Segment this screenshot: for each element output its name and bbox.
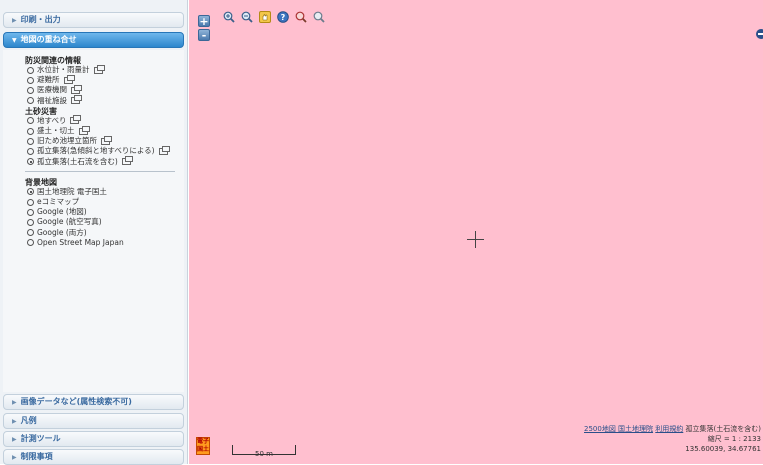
basemap-item-ecom[interactable]: eコミマップ [25, 197, 184, 207]
triangle-down-icon: ▼ [12, 37, 17, 44]
radio-button[interactable] [27, 127, 34, 135]
basemap-item-google-aerial[interactable]: Google (航空写真) [25, 217, 184, 227]
radio-button[interactable] [27, 137, 34, 145]
attribution-line: 2500地図 国土地理院 利用規約 孤立集落(土石流を含む) [584, 424, 761, 434]
layer-item-old-pond[interactable]: 旧ため池埋立箇所 [25, 135, 184, 146]
section-label: 地図の重ね合せ [20, 35, 77, 44]
zoom-in-icon[interactable] [223, 11, 235, 23]
triangle-right-icon: ▶ [12, 418, 17, 425]
layer-item-shelter[interactable]: 避難所 [25, 74, 184, 85]
layer-item-medical[interactable]: 医療機関 [25, 85, 184, 95]
basemap-label: Google (航空写真) [37, 217, 102, 227]
section-label: 制限事項 [20, 452, 53, 461]
map-scale-readout: 縮尺 = 1 : 2133 [707, 435, 761, 443]
layer-item-water-gauge[interactable]: 水位計・雨量計 [25, 64, 184, 75]
radio-button[interactable] [27, 239, 34, 247]
section-label: 計測ツール [20, 434, 61, 443]
triangle-right-icon: ▶ [12, 399, 17, 406]
external-window-icon[interactable] [71, 95, 82, 105]
layer-item-landslide[interactable]: 地すべり [25, 115, 184, 126]
svg-text:?: ? [281, 13, 286, 22]
sidebar: ▶ 印刷・出力 ▼ 地図の重ね合せ 防災関連の情報 水位計・雨量計 避難所 医療機関… [0, 0, 188, 465]
layer-label: 避難所 [37, 75, 60, 85]
help-icon[interactable]: ? [277, 11, 289, 23]
section-label: 凡例 [20, 416, 37, 425]
layer-label: 盛土・切土 [37, 126, 75, 136]
crosshair-icon-vertical [475, 231, 476, 248]
layer-label: 福祉施設 [37, 95, 67, 105]
pan-hand-icon[interactable] [259, 11, 271, 23]
zoom-in-button[interactable]: + [198, 15, 210, 27]
external-window-icon[interactable] [70, 115, 82, 125]
basemap-label: eコミマップ [37, 197, 80, 207]
triangle-right-icon: ▶ [12, 436, 17, 443]
basemap-label: Google (両方) [37, 227, 87, 237]
disaster-group-title: 防災関連の情報 [25, 56, 81, 65]
triangle-right-icon: ▶ [12, 454, 17, 461]
radio-button[interactable] [27, 66, 34, 74]
basemap-item-osm-japan[interactable]: Open Street Map Japan [25, 238, 184, 248]
denshi-kokudo-logo[interactable]: 電子国土 [196, 437, 210, 455]
radio-button-selected[interactable] [27, 188, 34, 196]
divider [25, 170, 175, 172]
layer-item-isolated-debris[interactable]: 孤立集落(土石流を含む) [25, 156, 184, 167]
layer-label: 医療機関 [37, 85, 67, 95]
section-restrictions[interactable]: ▶ 制限事項 [3, 449, 184, 465]
section-map-overlay[interactable]: ▼ 地図の重ね合せ [3, 32, 184, 48]
radio-button[interactable] [27, 148, 34, 156]
search-icon[interactable] [295, 11, 307, 23]
section-image-data[interactable]: ▶ 画像データなど(属性検索不可) [3, 394, 184, 410]
map-canvas[interactable]: + - ? 電子国土 50 m 2500地図 国土地理院 利用規約 孤立集落(土 [189, 0, 763, 464]
layers-panel: 防災関連の情報 水位計・雨量計 避難所 医療機関 福祉施設 土砂災害 地すべり … [3, 50, 184, 392]
radio-button[interactable] [27, 87, 34, 94]
coordinate-readout: 135.60039, 34.67761 [685, 445, 761, 453]
attribution-gsi-link[interactable]: 2500地図 国土地理院 [584, 425, 653, 433]
radio-button-selected[interactable] [27, 158, 34, 166]
layer-label: 孤立集落(急傾斜と地すべりによる) [37, 146, 155, 156]
map-attribution: 2500地図 国土地理院 利用規約 孤立集落(土石流を含む) 縮尺 = 1 : … [584, 424, 761, 454]
radio-button[interactable] [27, 229, 34, 237]
section-label: 印刷・出力 [20, 15, 61, 24]
measure-icon[interactable] [313, 11, 325, 23]
radio-button[interactable] [27, 198, 34, 206]
external-window-icon[interactable] [121, 156, 133, 166]
radio-button[interactable] [27, 97, 34, 105]
zoom-out-button[interactable]: - [198, 29, 210, 41]
layer-item-isolated-slope[interactable]: 孤立集落(急傾斜と地すべりによる) [25, 146, 184, 156]
layer-item-welfare[interactable]: 福祉施設 [25, 95, 184, 106]
layer-label: 水位計・雨量計 [37, 65, 90, 74]
external-window-icon[interactable] [63, 74, 75, 84]
terms-of-use-link[interactable]: 利用規約 [655, 425, 683, 433]
radio-button[interactable] [27, 208, 34, 216]
radio-button[interactable] [27, 76, 34, 84]
external-window-icon[interactable] [158, 146, 170, 156]
external-window-icon[interactable] [101, 135, 112, 145]
section-measure-tools[interactable]: ▶ 計測ツール [3, 431, 184, 447]
landslide-group-title: 土砂災害 [25, 106, 57, 116]
basemap-group-title: 背景地図 [25, 177, 57, 187]
scale-bar-label: 50 m [255, 450, 273, 458]
section-legend[interactable]: ▶ 凡例 [3, 413, 184, 429]
layer-item-fill-cut[interactable]: 盛土・切土 [25, 125, 184, 136]
layer-label: 地すべり [37, 115, 67, 125]
basemap-label: Open Street Map Japan [37, 237, 124, 247]
external-window-icon[interactable] [93, 64, 105, 74]
active-layer-label: 孤立集落(土石流を含む) [685, 425, 761, 433]
basemap-label: 国土地理院 電子国土 [37, 186, 107, 196]
radio-button[interactable] [27, 219, 34, 227]
layer-label: 孤立集落(土石流を含む) [37, 156, 118, 166]
triangle-right-icon: ▶ [12, 17, 17, 24]
external-window-icon[interactable] [78, 125, 90, 135]
basemap-item-denshi-kokudo[interactable]: 国土地理院 電子国土 [25, 187, 184, 197]
basemap-label: Google (地図) [37, 207, 87, 217]
section-label: 画像データなど(属性検索不可) [20, 397, 132, 406]
basemap-item-google-map[interactable]: Google (地図) [25, 207, 184, 217]
zoom-out-icon[interactable] [241, 11, 253, 23]
basemap-item-google-both[interactable]: Google (両方) [25, 228, 184, 238]
radio-button[interactable] [27, 117, 34, 125]
section-print-output[interactable]: ▶ 印刷・出力 [3, 12, 184, 28]
layer-label: 旧ため池埋立箇所 [37, 136, 97, 146]
external-window-icon[interactable] [71, 85, 82, 94]
navigation-icon[interactable] [756, 29, 763, 39]
